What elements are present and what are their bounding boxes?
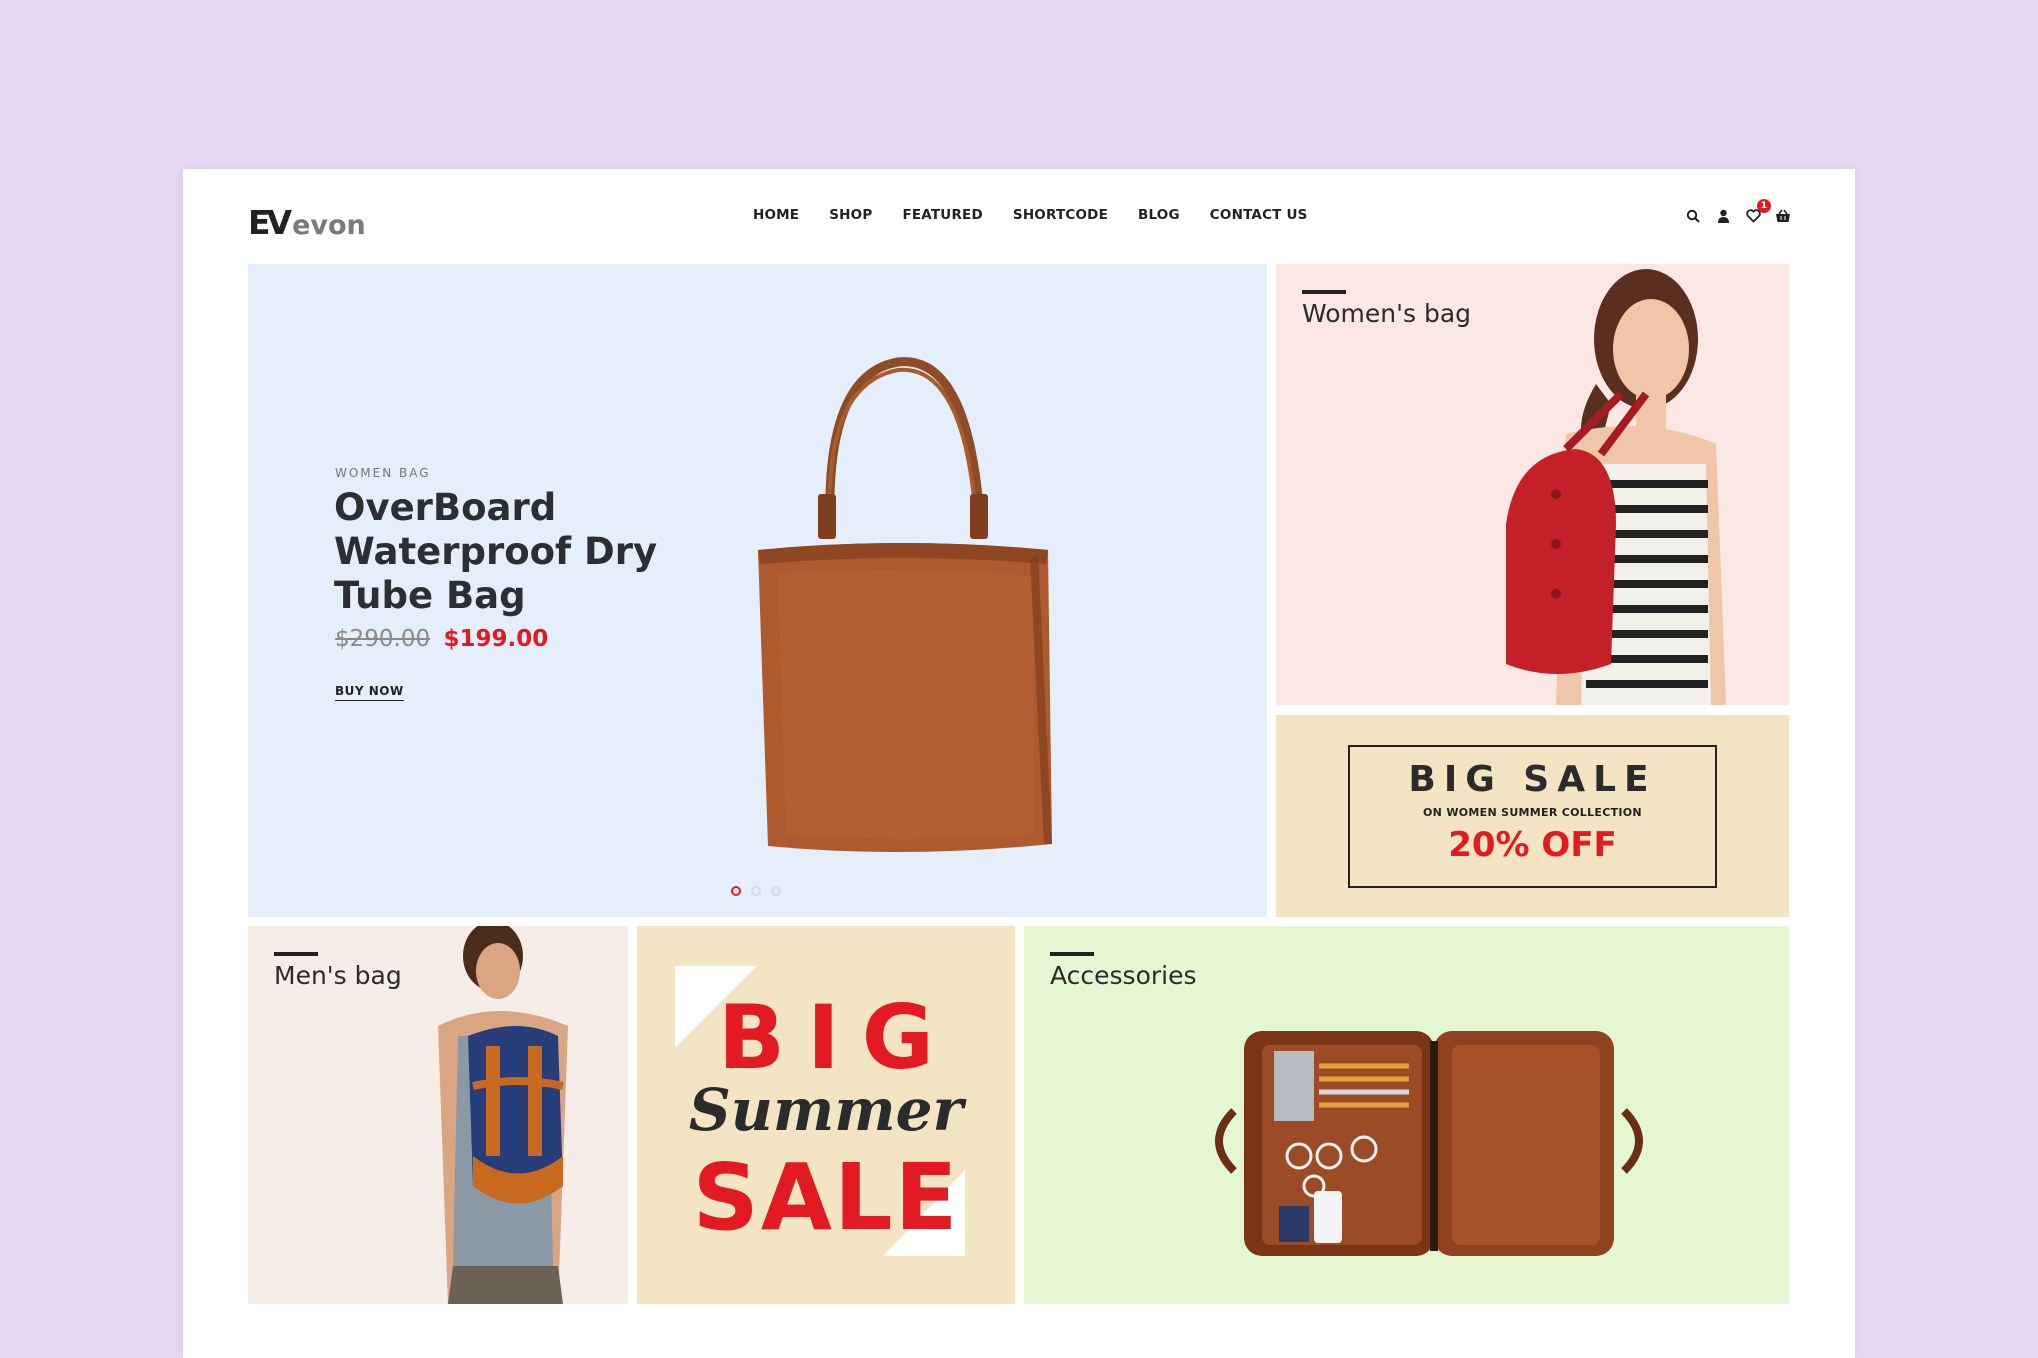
wishlist-heart-icon[interactable]: 1 bbox=[1744, 199, 1771, 225]
hero-slider: WOMEN BAG OverBoard Waterproof Dry Tube … bbox=[248, 264, 1267, 917]
summer-sale-big: BIG bbox=[717, 986, 957, 1089]
header-icons: 1 bbox=[1684, 199, 1792, 225]
womens-bag-tile[interactable]: Women's bag bbox=[1276, 264, 1789, 705]
nav-blog[interactable]: BLOG bbox=[1138, 207, 1180, 223]
price-new: $199.00 bbox=[443, 626, 549, 652]
main-nav: HOME SHOP FEATURED SHORTCODE BLOG CONTAC… bbox=[753, 207, 1338, 223]
summer-sale-summer: Summer bbox=[688, 1076, 964, 1144]
cart-basket-icon[interactable] bbox=[1774, 207, 1792, 225]
nav-contact-us[interactable]: CONTACT US bbox=[1210, 207, 1308, 223]
leather-organizer-image bbox=[1215, 1031, 1643, 1256]
tote-bag-image bbox=[758, 357, 1052, 853]
logo-text: evon bbox=[292, 210, 366, 241]
slider-dot-3[interactable] bbox=[771, 886, 781, 896]
sale-subheading: ON WOMEN SUMMER COLLECTION bbox=[1423, 806, 1642, 819]
nav-shortcode[interactable]: SHORTCODE bbox=[1013, 207, 1108, 223]
buy-now-link[interactable]: BUY NOW bbox=[335, 684, 404, 701]
slider-dots bbox=[731, 886, 781, 896]
site-logo[interactable]: EV evon bbox=[248, 199, 366, 239]
sale-frame: BIG SALE ON WOMEN SUMMER COLLECTION 20% … bbox=[1348, 745, 1717, 888]
nav-home[interactable]: HOME bbox=[753, 207, 799, 223]
price-old: $290.00 bbox=[335, 626, 431, 652]
big-sale-banner[interactable]: BIG SALE ON WOMEN SUMMER COLLECTION 20% … bbox=[1276, 715, 1789, 917]
nav-featured[interactable]: FEATURED bbox=[902, 207, 982, 223]
nav-shop[interactable]: SHOP bbox=[829, 207, 872, 223]
mens-bag-title: Men's bag bbox=[274, 961, 402, 990]
storefront-page: EV evon HOME SHOP FEATURED SHORTCODE BLO… bbox=[183, 169, 1855, 1358]
sale-discount: 20% OFF bbox=[1448, 825, 1617, 865]
mens-bag-tile[interactable]: Men's bag bbox=[248, 926, 628, 1304]
summer-sale-sale: SALE bbox=[692, 1144, 960, 1251]
slider-dot-1[interactable] bbox=[731, 886, 741, 896]
logo-mark: EV bbox=[248, 203, 292, 242]
man-with-backpack-image bbox=[438, 926, 568, 1304]
summer-sale-tile[interactable]: BIG Summer SALE bbox=[637, 926, 1015, 1304]
slider-dot-2[interactable] bbox=[751, 886, 761, 896]
sale-heading: BIG SALE bbox=[1408, 759, 1657, 800]
accessories-title: Accessories bbox=[1050, 961, 1197, 990]
search-icon[interactable] bbox=[1684, 207, 1702, 225]
tile-accent-bar bbox=[274, 952, 318, 956]
hero-price: $290.00 $199.00 bbox=[335, 626, 548, 652]
woman-with-backpack-image bbox=[1506, 269, 1726, 705]
tile-accent-bar bbox=[1302, 290, 1346, 294]
hero-category: WOMEN BAG bbox=[335, 466, 431, 480]
hero-title: OverBoard Waterproof Dry Tube Bag bbox=[334, 486, 658, 617]
wishlist-count-badge: 1 bbox=[1757, 199, 1771, 213]
user-icon[interactable] bbox=[1714, 207, 1732, 225]
tile-accent-bar bbox=[1050, 952, 1094, 956]
accessories-tile[interactable]: Accessories bbox=[1024, 926, 1789, 1304]
